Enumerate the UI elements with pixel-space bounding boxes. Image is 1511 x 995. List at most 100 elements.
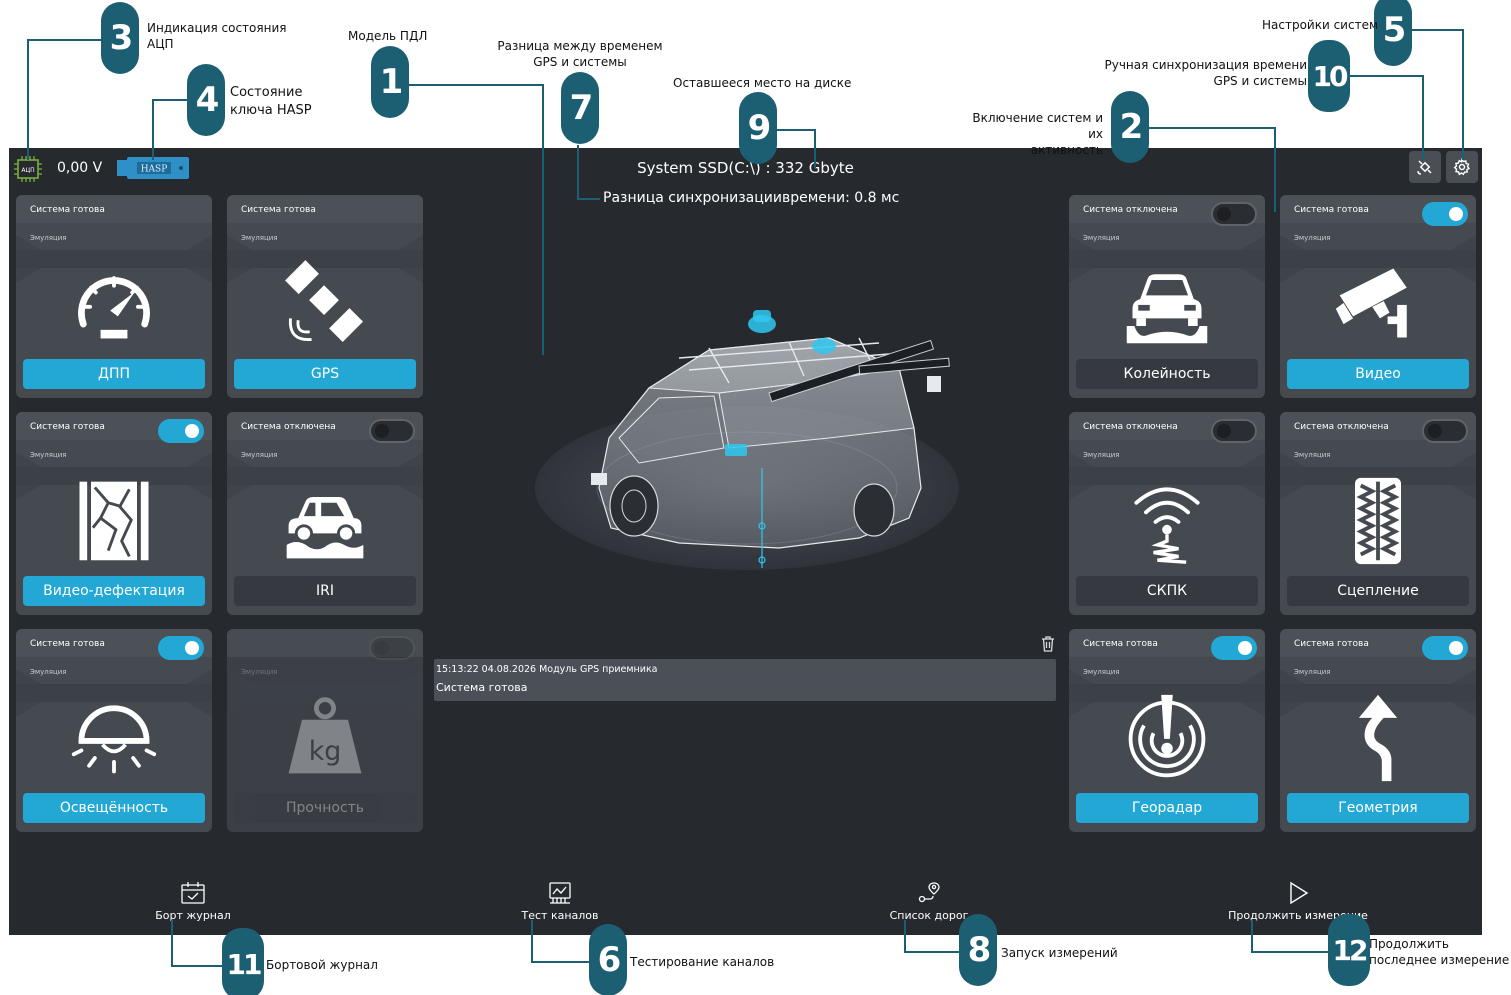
annotation-settings: Настройки систем [1262, 18, 1379, 32]
tile-label-video[interactable]: Видео [1287, 359, 1469, 389]
tile-status-text: Система готова [30, 422, 105, 432]
speedometer-icon [78, 276, 150, 339]
system-tile-georadar[interactable]: Система готова Эмуляция Георадар [1069, 629, 1265, 832]
calendar-check-icon [181, 882, 205, 904]
tile-emulation-text: Эмуляция [1294, 668, 1331, 676]
system-tile-skpk[interactable]: Система отключена Эмуляция СКПК [1069, 412, 1265, 615]
tile-status-text: Система готова [241, 205, 316, 215]
tile-label-geometry[interactable]: Геометрия [1287, 793, 1469, 823]
toggle-knob [1217, 424, 1231, 438]
system-toggle-strength[interactable] [369, 636, 415, 660]
tile-label-light[interactable]: Освещённость [23, 793, 205, 823]
tile-status-text: Система готова [1083, 639, 1158, 649]
tile-status-text: Система готова [30, 205, 105, 215]
tile-status-text: Система готова [1294, 205, 1369, 215]
tile-status-text: Система отключена [1083, 422, 1178, 432]
tile-emulation-text: Эмуляция [1294, 451, 1331, 459]
tile-label-dpp[interactable]: ДПП [23, 359, 205, 389]
satellite-icon [285, 260, 364, 342]
system-toggle-video-defect[interactable] [158, 419, 204, 443]
system-tile-video[interactable]: Система готова Эмуляция Видео [1280, 195, 1476, 398]
callout-5: 5 [1374, 0, 1412, 66]
document-root: АЦП 0,00 V HASP System SSD(C:\) : 332 Gb… [0, 0, 1511, 995]
tile-label-iri[interactable]: IRI [234, 576, 416, 606]
tile-status-text: Система отключена [1083, 205, 1178, 215]
tile-label-strength[interactable]: Прочность [234, 793, 416, 823]
system-tile-dpp[interactable]: Система готова Эмуляция ДПП [16, 195, 212, 398]
tile-emulation-text: Эмуляция [1083, 234, 1120, 242]
tile-emulation-text: Эмуляция [1083, 668, 1120, 676]
tile-label-gps[interactable]: GPS [234, 359, 416, 389]
lamp-icon [71, 705, 157, 774]
callout-2: 2 [1111, 91, 1149, 163]
tile-emulation-text: Эмуляция [1294, 234, 1331, 242]
callout-3: 3 [101, 2, 139, 74]
time-sync-difference: Разница синхронизациивремени: 0.8 мс [603, 190, 900, 206]
toggle-knob [1428, 424, 1442, 438]
gear-icon [1453, 158, 1471, 176]
system-tile-grip[interactable]: Система отключена Эмуляция Сцепление [1280, 412, 1476, 615]
system-tile-light[interactable]: Система готова Эмуляция Освещённость [16, 629, 212, 832]
system-toggle-geometry[interactable] [1422, 636, 1468, 660]
weight-icon: kg [288, 697, 362, 774]
tile-label-grip[interactable]: Сцепление [1287, 576, 1469, 606]
callout-8: 8 [959, 914, 997, 986]
system-toggle-iri[interactable] [369, 419, 415, 443]
annotation-start-measurement: Запуск измерений [1001, 946, 1118, 960]
callout-12: 12 [1328, 914, 1370, 986]
callout-4: 4 [187, 64, 225, 136]
system-toggle-light[interactable] [158, 636, 204, 660]
system-tile-strength[interactable]: Эмуляция kg Прочность [227, 629, 423, 832]
settings-button[interactable] [1446, 151, 1478, 183]
clear-log-button[interactable] [1041, 636, 1055, 652]
toggle-knob [1217, 207, 1231, 221]
radar-icon [1128, 694, 1206, 778]
system-toggle-georadar[interactable] [1211, 636, 1257, 660]
log-entry-message: Система готова [436, 681, 528, 694]
annotation-adc-status: Индикация состояния АЦП [147, 21, 287, 52]
channel-test-label: Тест каналов [521, 909, 599, 922]
tile-emulation-text: Эмуляция [1083, 451, 1120, 459]
system-toggle-rut[interactable] [1211, 202, 1257, 226]
tile-emulation-text: Эмуляция [241, 234, 278, 242]
system-toggle-skpk[interactable] [1211, 419, 1257, 443]
callout-1: 1 [371, 46, 409, 118]
wireless-sensor-icon [1134, 487, 1200, 564]
board-journal-button[interactable]: Борт журнал [123, 881, 263, 931]
callout-11: 11 [222, 928, 264, 995]
disk-space-indicator: System SSD(C:\) : 332 Gbyte [637, 159, 854, 177]
svg-text:kg: kg [309, 736, 342, 767]
toggle-knob [185, 424, 199, 438]
tile-label-georadar[interactable]: Георадар [1076, 793, 1258, 823]
system-tile-rut[interactable]: Система отключена Эмуляция Колейность [1069, 195, 1265, 398]
tile-status-text: Система отключена [1294, 422, 1389, 432]
system-tile-geometry[interactable]: Система готова Эмуляция Геометрия [1280, 629, 1476, 832]
system-tile-iri[interactable]: Система отключена Эмуляция IRI [227, 412, 423, 615]
car-rut-icon [1126, 274, 1208, 344]
annotation-hasp-key: Состояние ключа HASP [230, 85, 312, 118]
annotation-manual-sync: Ручная синхронизация времени GPS и систем… [1104, 58, 1308, 89]
system-tile-gps[interactable]: Система готова Эмуляция GPS [227, 195, 423, 398]
toggle-knob [375, 641, 389, 655]
toggle-knob [1449, 207, 1463, 221]
play-icon [1290, 881, 1309, 905]
annotation-continue-measurement: Продолжить последнее измерение [1369, 937, 1510, 968]
board-journal-label: Борт журнал [155, 909, 231, 922]
vehicle-model[interactable] [529, 288, 969, 588]
annotation-vehicle-model: Модель ПДЛ [348, 29, 428, 43]
satellite-sync-icon [1417, 160, 1432, 175]
toggle-knob [185, 641, 199, 655]
log-entry-header: 15:13:22 04.08.2026 Модуль GPS приемника [436, 664, 658, 675]
cctv-camera-icon [1335, 268, 1407, 338]
app-window: АЦП 0,00 V HASP System SSD(C:\) : 332 Gb… [9, 148, 1482, 935]
tile-emulation-text: Эмуляция [30, 451, 67, 459]
tile-label-skpk[interactable]: СКПК [1076, 576, 1258, 606]
callout-10: 10 [1308, 40, 1350, 112]
toggle-knob [375, 424, 389, 438]
system-tile-video-defect[interactable]: Система готова Эмуляция Видео-дефектация [16, 412, 212, 615]
system-toggle-video[interactable] [1422, 202, 1468, 226]
manual-time-sync-button[interactable] [1409, 151, 1441, 183]
tile-label-rut[interactable]: Колейность [1076, 359, 1258, 389]
system-toggle-grip[interactable] [1422, 419, 1468, 443]
tile-label-video-defect[interactable]: Видео-дефектация [23, 576, 205, 606]
